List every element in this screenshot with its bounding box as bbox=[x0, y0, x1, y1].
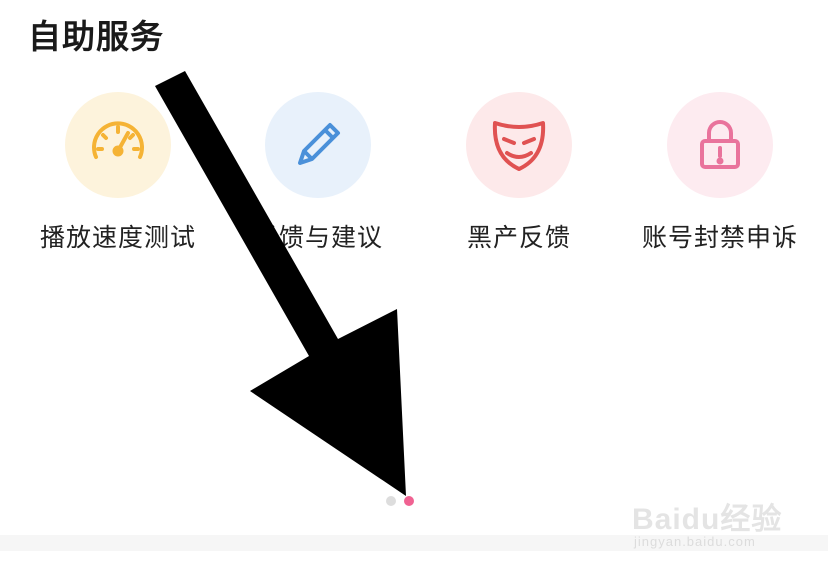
watermark-brand: Baidu经验 bbox=[632, 503, 783, 536]
watermark: Baidu经验 jingyan.baidu.com bbox=[632, 478, 812, 558]
watermark-url: jingyan.baidu.com bbox=[634, 534, 756, 549]
